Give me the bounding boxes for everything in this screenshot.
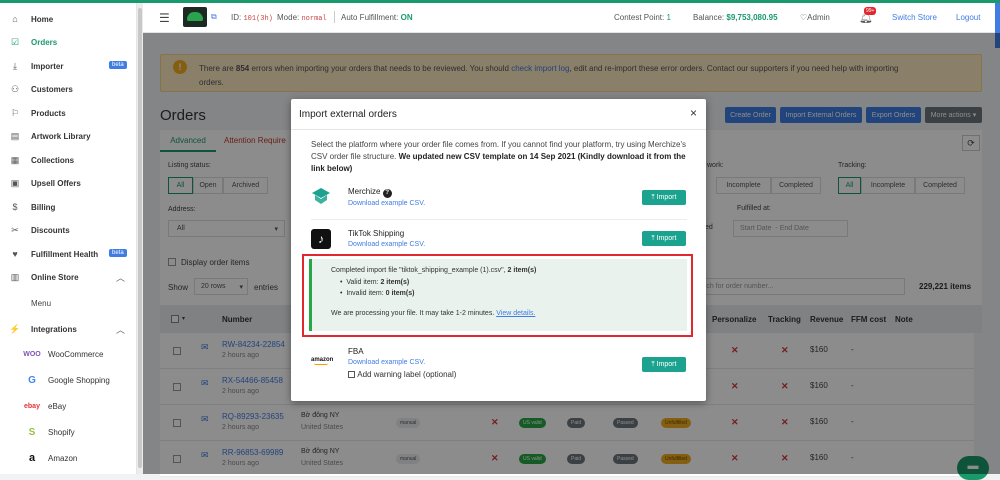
fba-download-link[interactable]: Download example CSV. (348, 359, 425, 366)
id-value: 101(3h) (243, 15, 273, 23)
invalid-item-line: • Invalid item: 0 item(s) (340, 290, 415, 297)
hamburger-menu-icon[interactable]: ☰ (159, 11, 170, 25)
fba-import-button[interactable]: ⤒ Import (642, 357, 686, 372)
sidebar-item-home[interactable]: ⌂ Home (0, 8, 137, 30)
sidebar-scrollbar-thumb[interactable] (138, 8, 142, 468)
home-icon: ⌂ (12, 14, 18, 24)
platform-name: TikTok Shipping (348, 229, 405, 238)
external-link-icon[interactable]: ⧉ (211, 12, 217, 22)
mode-label: Mode: (277, 13, 300, 22)
platform-name: Merchize (348, 187, 381, 196)
tiktok-logo-icon: ♪ (311, 229, 331, 249)
balance-value: $9,753,080.95 (726, 13, 778, 22)
chevron-up-icon: ︿ (116, 325, 126, 335)
header-divider (334, 11, 335, 23)
ebay-icon: ebay (24, 402, 40, 410)
store-icon: ▥ (10, 271, 20, 282)
shopify-icon: S (28, 426, 36, 438)
close-icon[interactable]: × (690, 106, 697, 120)
sidebar-item-upsell-offers[interactable]: ▣ Upsell Offers (0, 172, 137, 194)
sidebar-item-menu[interactable]: Menu (0, 292, 137, 314)
sidebar-item-collections[interactable]: ▦ Collections (0, 149, 137, 171)
merchize-logo-icon (311, 187, 331, 207)
sidebar-item-artwork-library[interactable]: ▤ Artwork Library (0, 125, 137, 147)
chevron-up-icon: ︿ (116, 273, 126, 283)
sidebar-item-discounts[interactable]: ✂ Discounts (0, 219, 137, 241)
sidebar-item-products[interactable]: ⚐ Products (0, 102, 137, 124)
help-icon[interactable]: ? (382, 189, 392, 198)
woocommerce-icon: WOO (23, 350, 41, 358)
auto-fulfillment-value: ON (400, 13, 413, 22)
tiktok-import-button[interactable]: ⤒ Import (642, 231, 686, 246)
amazon-logo-icon: amazon (311, 357, 334, 365)
sidebar-item-fulfillment-health[interactable]: ♥ Fulfillment Health beta (0, 243, 137, 265)
orders-icon: ☑ (10, 36, 20, 47)
id-label: ID: (231, 13, 242, 22)
import-result-panel: Completed import file "tiktok_shipping_e… (309, 259, 687, 331)
platform-name: FBA (348, 347, 364, 356)
beta-badge: beta (109, 61, 127, 69)
warning-label-checkbox[interactable] (348, 371, 355, 379)
upload-icon: ⤒ (651, 234, 655, 242)
import-external-orders-modal: Import external orders × Select the plat… (291, 99, 706, 401)
sidebar-item-customers[interactable]: ⚇ Customers (0, 78, 137, 100)
health-icon: ♥ (12, 249, 18, 259)
admin-menu[interactable]: ♡Admin (800, 13, 830, 22)
integration-google-shopping[interactable]: G Google Shopping (0, 368, 137, 392)
tag-icon: ✂ (11, 224, 19, 235)
upload-icon: ⤒ (651, 360, 655, 368)
logout-link[interactable]: Logout (956, 13, 980, 22)
dollar-icon: $ (12, 202, 18, 212)
switch-store-link[interactable]: Switch Store (892, 13, 937, 22)
modal-divider (291, 129, 706, 130)
platform-divider (311, 219, 687, 220)
sidebar-item-online-store[interactable]: ▥ Online Store ︿ (0, 266, 137, 288)
notification-badge: 99+ (864, 7, 877, 15)
sidebar-item-importer[interactable]: ⤓ Importer beta (0, 55, 137, 77)
contest-point-value: 1 (666, 13, 671, 22)
plug-icon: ⚡ (9, 323, 21, 334)
integration-shopify[interactable]: S Shopify (0, 420, 137, 444)
auto-fulfillment-label: Auto Fulfillment: (341, 13, 399, 22)
tiktok-download-link[interactable]: Download example CSV. (348, 241, 425, 248)
modal-title: Import external orders (299, 109, 397, 120)
view-details-link[interactable]: View details. (496, 310, 535, 317)
integration-woocommerce[interactable]: WOO WooCommerce (0, 342, 137, 366)
sidebar-item-integrations[interactable]: ⚡ Integrations ︿ (0, 318, 137, 340)
sidebar-item-billing[interactable]: $ Billing (0, 196, 137, 218)
balance-label: Balance: (693, 13, 725, 22)
integration-amazon[interactable]: a Amazon (0, 446, 137, 470)
beta-badge: beta (109, 249, 127, 257)
merchize-import-button[interactable]: ⤒ Import (642, 190, 686, 205)
upload-icon: ⤒ (651, 193, 655, 201)
top-header: ☰ ⧉ ID: 101(3h) Mode: normal Auto Fulfil… (143, 3, 1000, 33)
product-icon: ⚐ (10, 107, 20, 118)
download-icon: ⤓ (13, 60, 17, 71)
sidebar: ⌂ Home ☑ Orders ⤓ Importer beta ⚇ Customers ⚐… (0, 3, 137, 474)
warning-label-option[interactable]: Add warning label (optional) (348, 370, 456, 379)
integration-ebay[interactable]: ebay eBay (0, 394, 137, 418)
modal-description: Select the platform where your order fil… (311, 140, 687, 173)
amazon-icon: a (28, 452, 36, 464)
contest-point-label: Contest Point: (614, 13, 665, 22)
merchize-download-link[interactable]: Download example CSV. (348, 200, 425, 207)
valid-item-line: • Valid item: 2 item(s) (340, 279, 410, 286)
mode-value: normal (301, 15, 327, 23)
google-shopping-icon: G (28, 374, 36, 386)
offer-icon: ▣ (10, 177, 20, 188)
menu-spacer (10, 298, 20, 308)
sidebar-item-orders[interactable]: ☑ Orders (0, 31, 137, 53)
book-icon: ▤ (10, 130, 20, 141)
collection-icon: ▦ (10, 154, 20, 165)
user-icon: ⚇ (10, 83, 20, 94)
store-logo (183, 7, 207, 27)
